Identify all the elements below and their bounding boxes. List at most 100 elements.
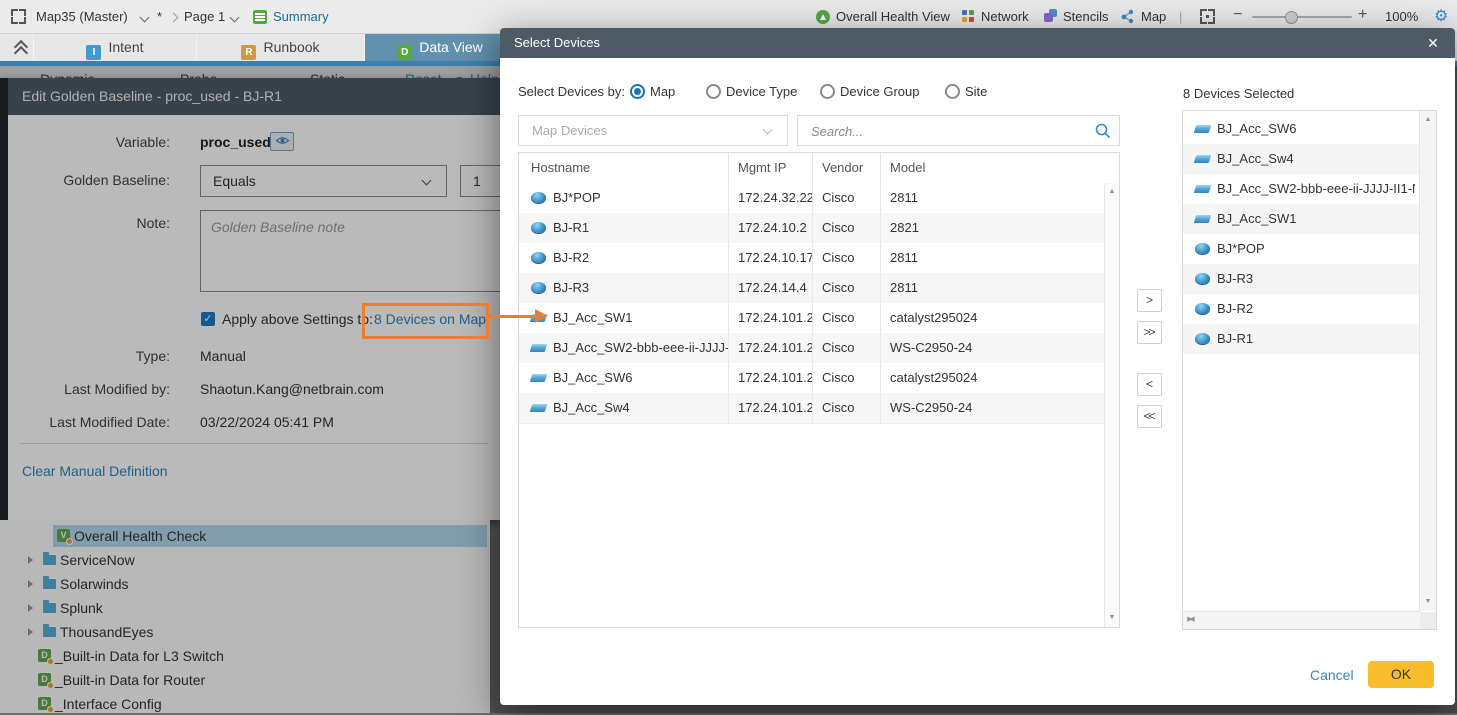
mgmt-ip-cell: 172.24.10.2 xyxy=(729,213,813,243)
vendor-cell: Cisco xyxy=(813,393,881,423)
switch-icon xyxy=(1194,185,1212,193)
table-row[interactable]: BJ_Acc_Sw4 172.24.101.24 Cisco WS-C2950-… xyxy=(519,393,1105,424)
router-icon xyxy=(531,192,546,203)
move-left-button[interactable]: < xyxy=(1137,373,1162,396)
device-name: BJ_Acc_SW2-bbb-eee-ii-JJJJ-II1-NNN... xyxy=(1217,174,1415,204)
tab-label: Intent xyxy=(108,39,143,55)
move-right-button[interactable]: > xyxy=(1137,289,1162,312)
collapse-panel-button[interactable] xyxy=(8,36,34,60)
selected-device-item[interactable]: BJ_Acc_SW1 xyxy=(1183,204,1419,234)
scroll-right-icon[interactable]: ▶ xyxy=(1183,613,1197,627)
tab-label: Data View xyxy=(419,39,483,55)
stencils-icon[interactable] xyxy=(1044,9,1058,23)
switch-icon xyxy=(530,374,548,382)
chevron-down-icon xyxy=(763,125,773,135)
network-icon[interactable] xyxy=(962,10,975,23)
summary-button[interactable]: Summary xyxy=(273,9,329,24)
overall-health-view-button[interactable]: Overall Health View xyxy=(836,9,950,24)
router-icon xyxy=(1195,303,1210,314)
radio-device-group[interactable] xyxy=(820,84,835,99)
switch-icon xyxy=(1194,215,1212,223)
fullscreen-icon[interactable] xyxy=(11,9,26,24)
vendor-cell: Cisco xyxy=(813,303,881,333)
vendor-cell: Cisco xyxy=(813,243,881,273)
table-row[interactable]: BJ_Acc_SW6 172.24.101.26 Cisco catalyst2… xyxy=(519,363,1105,394)
vendor-cell: Cisco xyxy=(813,183,881,213)
map-devices-dropdown[interactable]: Map Devices xyxy=(518,115,788,146)
radio-site-label[interactable]: Site xyxy=(965,84,987,99)
annotation-arrow-head xyxy=(535,309,548,323)
zoom-slider-handle[interactable] xyxy=(1285,11,1298,24)
switch-icon xyxy=(1194,155,1212,163)
move-all-left-button[interactable]: << xyxy=(1137,405,1162,428)
search-icon[interactable] xyxy=(1095,123,1111,142)
map-nodes-icon[interactable] xyxy=(1120,9,1135,27)
list-horizontal-scrollbar[interactable]: ◀ ▶ xyxy=(1183,611,1420,629)
cancel-button[interactable]: Cancel xyxy=(1310,667,1354,683)
zoom-out-button[interactable]: − xyxy=(1233,6,1242,24)
selected-device-item[interactable]: BJ-R2 xyxy=(1183,294,1419,324)
device-name: BJ-R1 xyxy=(1217,324,1415,354)
overall-health-icon[interactable] xyxy=(816,10,830,24)
table-row[interactable]: BJ-R2 172.24.10.17 Cisco 2811 xyxy=(519,243,1105,274)
settings-gear-icon[interactable]: ⚙ xyxy=(1434,6,1448,26)
table-row[interactable]: BJ-R1 172.24.10.2 Cisco 2821 xyxy=(519,213,1105,244)
table-vertical-scrollbar[interactable]: ▲ ▼ xyxy=(1104,183,1119,627)
mgmt-ip-cell: 172.24.101.26 xyxy=(729,363,813,393)
router-icon xyxy=(1195,273,1210,284)
map-button[interactable]: Map xyxy=(1141,9,1166,24)
zoom-in-button[interactable]: + xyxy=(1358,6,1367,24)
map-title[interactable]: Map35 (Master) xyxy=(36,9,128,24)
annotation-highlight-box xyxy=(362,303,489,339)
model-cell: catalyst295024 xyxy=(881,303,1105,333)
scroll-up-icon[interactable]: ▲ xyxy=(1105,185,1119,199)
chevron-down-icon[interactable] xyxy=(139,11,150,26)
hostname-cell: BJ-R3 xyxy=(553,273,589,303)
select-devices-by-label: Select Devices by: xyxy=(518,84,625,99)
selected-device-item[interactable]: BJ-R3 xyxy=(1183,264,1419,294)
ok-button[interactable]: OK xyxy=(1368,661,1434,688)
tab-runbook[interactable]: RRunbook xyxy=(196,33,365,61)
scrollbar-corner xyxy=(1420,612,1436,629)
table-row[interactable]: BJ*POP 172.24.32.225 Cisco 2811 xyxy=(519,183,1105,214)
search-box xyxy=(797,115,1120,146)
selected-device-item[interactable]: BJ_Acc_SW2-bbb-eee-ii-JJJJ-II1-NNN... xyxy=(1183,174,1419,204)
model-cell: 2811 xyxy=(881,183,1105,213)
radio-map[interactable] xyxy=(630,84,645,99)
zoom-slider[interactable] xyxy=(1252,16,1352,18)
selected-device-item[interactable]: BJ_Acc_Sw4 xyxy=(1183,144,1419,174)
summary-icon[interactable] xyxy=(253,10,267,24)
vendor-cell: Cisco xyxy=(813,333,881,363)
list-vertical-scrollbar[interactable]: ▲ ▼ xyxy=(1419,111,1436,611)
table-row[interactable]: BJ_Acc_SW2-bbb-eee-ii-JJJJ-II1-NNNN... 1… xyxy=(519,333,1105,364)
scroll-down-icon[interactable]: ▼ xyxy=(1421,595,1435,609)
model-cell: 2811 xyxy=(881,273,1105,303)
page-selector[interactable]: Page 1 xyxy=(184,9,225,24)
tab-intent[interactable]: IIntent xyxy=(33,33,197,61)
table-row[interactable]: BJ_Acc_SW1 172.24.101.21 Cisco catalyst2… xyxy=(519,303,1105,334)
radio-device-type-label[interactable]: Device Type xyxy=(726,84,797,99)
mgmt-ip-cell: 172.24.101.21 xyxy=(729,303,813,333)
network-button[interactable]: Network xyxy=(981,9,1029,24)
search-input[interactable] xyxy=(798,116,1103,147)
selected-count-label: 8 Devices Selected xyxy=(1183,86,1294,101)
fit-to-screen-icon[interactable] xyxy=(1200,9,1215,24)
switch-icon xyxy=(530,404,548,412)
selected-device-item[interactable]: BJ-R1 xyxy=(1183,324,1419,354)
selected-device-item[interactable]: BJ_Acc_SW6 xyxy=(1183,114,1419,144)
selected-device-item[interactable]: BJ*POP xyxy=(1183,234,1419,264)
toolbar-divider: | xyxy=(1179,9,1182,24)
move-all-right-button[interactable]: >> xyxy=(1137,321,1162,344)
scroll-down-icon[interactable]: ▼ xyxy=(1105,611,1119,625)
chevron-down-icon[interactable] xyxy=(229,11,240,26)
vendor-cell: Cisco xyxy=(813,213,881,243)
radio-device-type[interactable] xyxy=(706,84,721,99)
runbook-icon: R xyxy=(241,45,256,60)
radio-device-group-label[interactable]: Device Group xyxy=(840,84,919,99)
table-row[interactable]: BJ-R3 172.24.14.4 Cisco 2811 xyxy=(519,273,1105,304)
stencils-button[interactable]: Stencils xyxy=(1063,9,1109,24)
scroll-up-icon[interactable]: ▲ xyxy=(1421,113,1435,127)
radio-site[interactable] xyxy=(945,84,960,99)
close-icon[interactable]: ✕ xyxy=(1421,28,1445,58)
radio-map-label[interactable]: Map xyxy=(650,84,675,99)
